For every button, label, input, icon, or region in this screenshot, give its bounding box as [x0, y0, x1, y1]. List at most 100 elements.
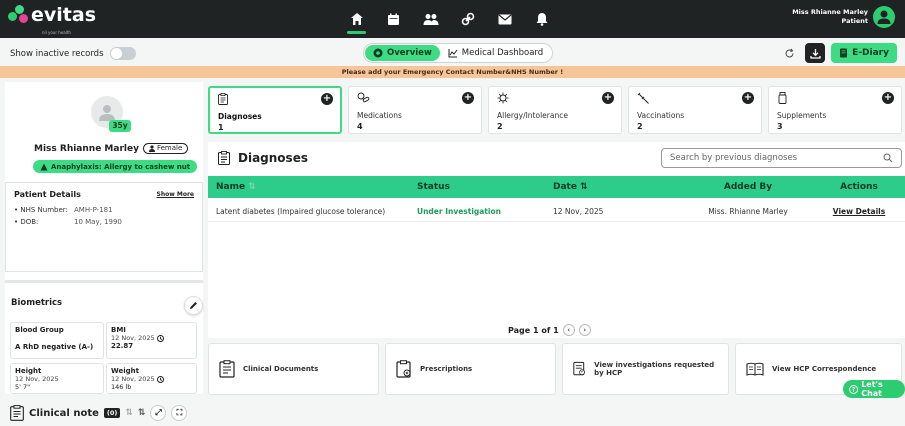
chevron-right-icon: ›	[583, 326, 587, 334]
diagnosis-date: 12 Nov, 2025	[553, 207, 604, 216]
pencil-icon	[190, 302, 197, 309]
user-role: Patient	[841, 17, 868, 25]
patient-details-title: Patient Details	[14, 190, 81, 199]
page-indicator: Page 1 of 1	[508, 325, 559, 335]
calendar-icon	[388, 13, 399, 25]
sort-desc-icon[interactable]: ⇅	[138, 408, 146, 418]
clinical-note-label[interactable]: Clinical note	[29, 408, 99, 419]
quick-links: Clinical Documents Prescriptions View in…	[208, 343, 902, 395]
investigations-card[interactable]: View investigations requested by HCP	[562, 343, 729, 395]
next-page-button[interactable]: ›	[578, 324, 591, 336]
fullscreen-button[interactable]: ⛶	[171, 405, 188, 421]
card-label: Supplements	[777, 111, 827, 120]
clinical-note-icon	[10, 405, 24, 421]
e-diary-label: E-Diary	[852, 48, 889, 58]
investigations-label: View investigations requested by HCP	[594, 361, 715, 377]
nav-link[interactable]	[449, 0, 486, 38]
nav-people[interactable]	[412, 0, 449, 38]
column-name[interactable]: Name ⇅	[208, 182, 417, 192]
sort-icon[interactable]: ⇅	[580, 182, 588, 192]
card-count: 1	[218, 123, 224, 132]
table-row[interactable]: Latent diabetes (Impaired glucose tolera…	[208, 202, 905, 222]
history-icon[interactable]	[156, 334, 164, 342]
chevron-left-icon: ‹	[567, 326, 571, 334]
inactive-records-toggle[interactable]	[109, 47, 136, 60]
refresh-icon	[785, 48, 794, 57]
tab-medical-dashboard-label: Medical Dashboard	[461, 48, 544, 58]
card-count: 2	[497, 122, 503, 131]
weight-date: 12 Nov, 2025	[111, 375, 155, 383]
nav-mail[interactable]	[486, 0, 523, 38]
avatar[interactable]	[873, 6, 895, 28]
biometrics-title: Biometrics	[11, 298, 63, 308]
search-input[interactable]: Search by previous diagnoses	[661, 148, 902, 168]
logo-mark-icon	[8, 5, 28, 25]
allergy-text: Anaphylaxis: Allergy to cashew nut	[51, 162, 191, 171]
diagnosis-name: Latent diabetes (Impaired glucose tolera…	[216, 207, 386, 216]
show-more-link[interactable]: Show More	[157, 191, 194, 198]
add-allergy-button[interactable]: +	[602, 92, 614, 104]
prescriptions-card[interactable]: Prescriptions	[385, 343, 556, 395]
main-nav	[338, 0, 560, 38]
download-icon	[810, 48, 821, 59]
card-supplements[interactable]: + Supplements 3	[768, 86, 902, 134]
age-badge: 35y	[109, 120, 131, 132]
height-value: 5' 7"	[15, 383, 31, 391]
clipboard-icon	[218, 151, 230, 165]
sort-icon[interactable]: ⇅	[248, 182, 256, 192]
add-supplement-button[interactable]: +	[882, 92, 894, 104]
expand-button[interactable]: ⤢	[150, 405, 167, 421]
table-header: Name ⇅ Status Date ⇅ Added By Actions	[208, 176, 905, 198]
card-allergy[interactable]: + Allergy/Intolerance 2	[488, 86, 622, 134]
prev-page-button[interactable]: ‹	[562, 324, 575, 336]
dob-row: • DOB: 10 May, 1990	[14, 218, 122, 226]
add-vaccination-button[interactable]: +	[742, 92, 754, 104]
height-card: Height 12 Nov, 2025 5' 7"	[10, 363, 104, 394]
edit-biometrics-button[interactable]	[184, 296, 203, 315]
nhs-number-row: • NHS Number: AMH-P-181	[14, 206, 113, 214]
virus-icon	[497, 92, 509, 104]
history-icon[interactable]	[156, 375, 164, 383]
user-icon	[877, 10, 891, 24]
expand-icon: ⤢	[155, 408, 162, 417]
sort-icon[interactable]: ⇅	[125, 408, 133, 418]
bell-icon	[536, 13, 547, 26]
column-date[interactable]: Date ⇅	[553, 182, 683, 192]
view-switcher: Overview Medical Dashboard	[363, 43, 554, 63]
column-actions: Actions	[840, 182, 878, 192]
nav-home[interactable]	[338, 0, 375, 38]
nav-calendar[interactable]	[375, 0, 412, 38]
column-added-by: Added By	[723, 182, 773, 192]
added-by: Miss. Rhianne Marley	[708, 207, 788, 216]
download-button[interactable]	[805, 43, 826, 63]
card-medications[interactable]: + Medications 4	[348, 86, 482, 134]
bmi-card: BMI 12 Nov, 2025 22.87	[106, 322, 197, 359]
nav-notifications[interactable]	[523, 0, 560, 38]
blood-group-value: A RhD negative (A-)	[15, 343, 94, 351]
add-diagnosis-button[interactable]: +	[321, 93, 333, 105]
eye-icon	[373, 48, 383, 58]
card-count: 3	[777, 122, 783, 131]
column-status: Status	[417, 182, 450, 192]
person-icon	[148, 145, 155, 152]
patient-name: Miss Rhianne Marley	[34, 143, 139, 154]
e-diary-button[interactable]: E-Diary	[831, 43, 897, 63]
refresh-button[interactable]	[779, 43, 799, 63]
emergency-contact-banner[interactable]: Please add your Emergency Contact Number…	[0, 66, 905, 78]
view-details-link[interactable]: View Details	[813, 207, 905, 216]
card-vaccinations[interactable]: + Vaccinations 2	[628, 86, 762, 134]
tab-medical-dashboard[interactable]: Medical Dashboard	[440, 45, 551, 61]
clinical-documents-card[interactable]: Clinical Documents	[208, 343, 379, 395]
user-menu[interactable]: Miss Rhianne Marley Patient	[792, 6, 895, 28]
evitas-logo[interactable]: evitas nil your health	[8, 5, 96, 35]
link-icon	[461, 12, 474, 26]
add-medication-button[interactable]: +	[462, 92, 474, 104]
bmi-value: 22.87	[111, 342, 134, 350]
chat-button[interactable]: ? Let's Chat	[843, 380, 905, 398]
pills-icon	[357, 92, 370, 103]
card-diagnoses[interactable]: + Diagnoses 1	[208, 86, 342, 134]
nhs-label: • NHS Number:	[14, 206, 68, 214]
tab-overview[interactable]: Overview	[365, 45, 440, 61]
patient-panel: 35y Miss Rhianne Marley Female Anaphylax…	[5, 82, 203, 394]
card-count: 4	[357, 122, 363, 131]
